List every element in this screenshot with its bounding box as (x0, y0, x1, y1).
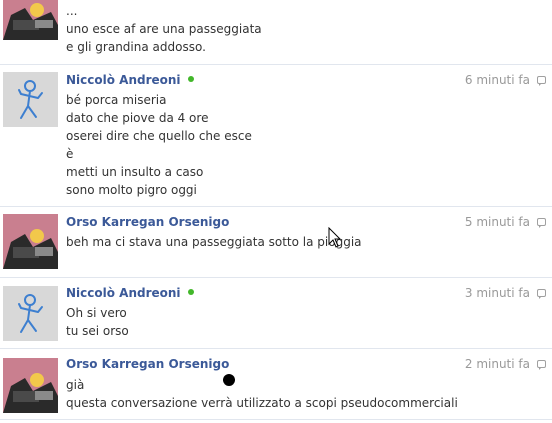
author-name[interactable]: Orso Karregan Orsenigo (66, 215, 229, 229)
message-text: ... uno esce af are una passeggiata e gl… (66, 2, 262, 56)
message-text: beh ma ci stava una passeggiata sotto la… (66, 233, 362, 251)
avatar-orso[interactable] (3, 358, 58, 413)
message-text: bé porca miseria dato che piove da 4 ore… (66, 91, 252, 199)
message-line: dato che piove da 4 ore (66, 111, 209, 125)
message-line: già (66, 378, 85, 392)
message-line: beh ma ci stava una passeggiata sotto la… (66, 235, 362, 249)
pointer-dot-icon (223, 374, 235, 386)
mouse-cursor-icon (328, 227, 342, 248)
reply-icon[interactable] (537, 76, 546, 86)
reply-icon[interactable] (537, 289, 546, 299)
timestamp: 6 minuti fa (464, 73, 530, 87)
author-name[interactable]: Orso Karregan Orsenigo (66, 357, 229, 371)
avatar-orso[interactable] (3, 214, 58, 269)
message-item: ... uno esce af are una passeggiata e gl… (0, 0, 552, 65)
online-indicator (187, 76, 194, 82)
message-line: tu sei orso (66, 324, 129, 338)
message-line: uno esce af are una passeggiata (66, 22, 262, 36)
message-line: è (66, 147, 74, 161)
reply-icon[interactable] (537, 360, 546, 370)
message-line: questa conversazione verrà utilizzato a … (66, 396, 458, 410)
message-text: già questa conversazione verrà utilizzat… (66, 376, 458, 412)
author-name[interactable]: Niccolò Andreoni (66, 286, 194, 300)
avatar-orso[interactable] (3, 0, 58, 40)
timestamp: 5 minuti fa (464, 215, 530, 229)
avatar-niccolo[interactable] (3, 286, 58, 341)
message-text: Oh si vero tu sei orso (66, 304, 129, 340)
message-item: Orso Karregan Orsenigo 5 minuti fa beh m… (0, 206, 552, 278)
message-line: Oh si vero (66, 306, 127, 320)
author-name[interactable]: Niccolò Andreoni (66, 73, 194, 87)
message-line: ... (66, 4, 78, 18)
message-item: Orso Karregan Orsenigo 2 minuti fa già q… (0, 348, 552, 420)
timestamp: 2 minuti fa (464, 357, 530, 371)
message-line: bé porca miseria (66, 93, 167, 107)
message-line: oserei dire che quello che esce (66, 129, 252, 143)
message-item: Niccolò Andreoni 3 minuti fa Oh si vero … (0, 277, 552, 349)
message-thread: ... uno esce af are una passeggiata e gl… (0, 0, 552, 423)
reply-icon[interactable] (537, 218, 546, 228)
message-item: Niccolò Andreoni 6 minuti fa bé porca mi… (0, 64, 552, 207)
avatar-niccolo[interactable] (3, 72, 58, 127)
message-line: sono molto pigro oggi (66, 183, 197, 197)
message-line: e gli grandina addosso. (66, 40, 206, 54)
timestamp: 3 minuti fa (464, 286, 530, 300)
online-indicator (187, 289, 194, 295)
message-line: metti un insulto a caso (66, 165, 204, 179)
